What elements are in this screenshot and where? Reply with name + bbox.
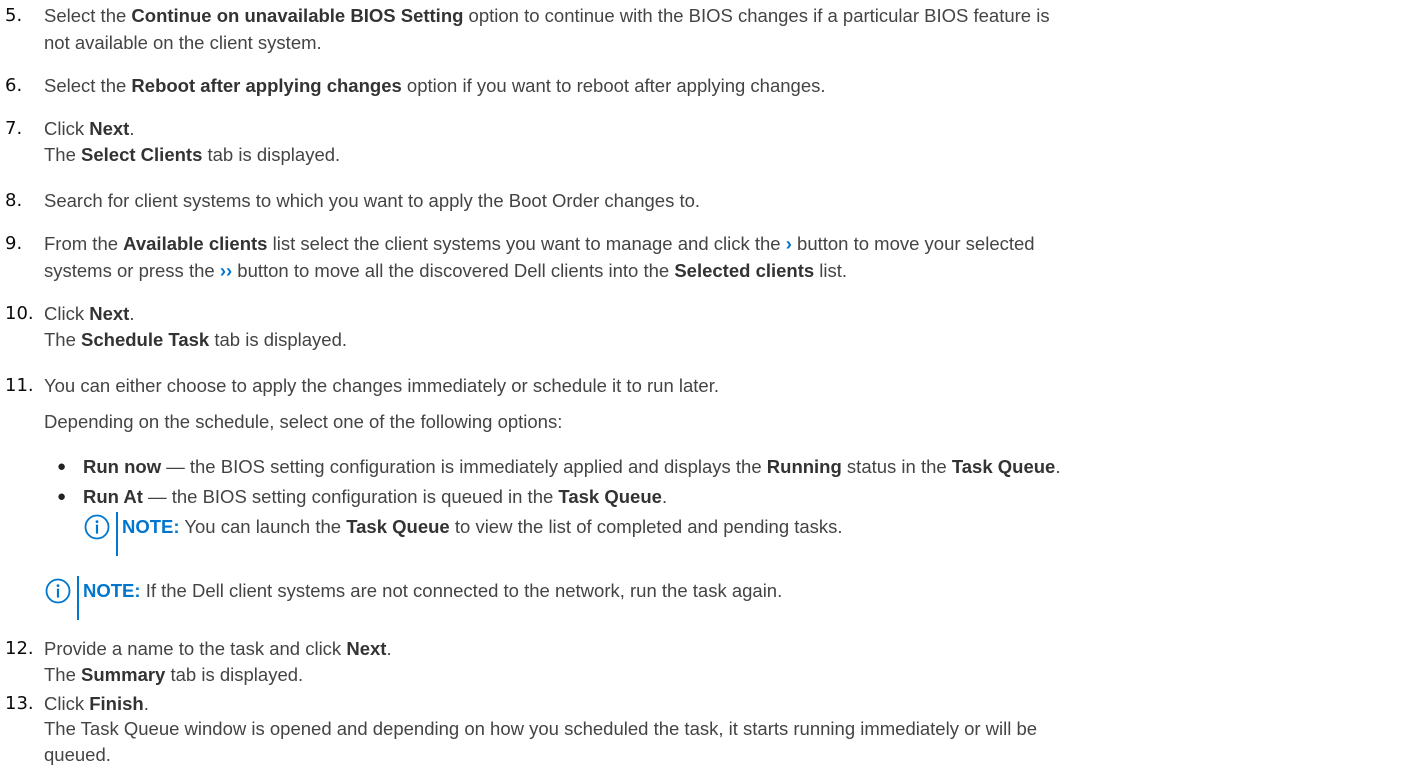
step-text: Click Finish. xyxy=(44,693,149,714)
option-run-now: Run now — the BIOS setting configuration… xyxy=(83,456,1061,477)
step-number: 9. xyxy=(5,233,23,254)
step-text: Select the Reboot after applying changes… xyxy=(44,75,826,96)
note-divider xyxy=(77,576,79,620)
step-text: You can either choose to apply the chang… xyxy=(44,375,719,396)
step-result: The Schedule Task tab is displayed. xyxy=(44,329,348,350)
step-text: From the Available clients list select t… xyxy=(44,233,1035,254)
note-divider xyxy=(116,512,118,556)
info-icon xyxy=(45,578,71,604)
note-text: NOTE: If the Dell client systems are not… xyxy=(83,580,783,601)
note-box: NOTE: If the Dell client systems are not… xyxy=(45,576,1045,620)
step-number: 6. xyxy=(5,75,23,96)
step-result: The Select Clients tab is displayed. xyxy=(44,144,341,165)
step-number: 8. xyxy=(5,190,23,211)
bullet-marker: ● xyxy=(57,488,67,505)
step-text: Click Next. xyxy=(44,303,135,324)
step-text: systems or press the ›› button to move a… xyxy=(44,260,848,281)
step-text: Provide a name to the task and click Nex… xyxy=(44,638,392,659)
step-number: 5. xyxy=(5,5,23,26)
step-number: 7. xyxy=(5,118,23,139)
step-result: The Summary tab is displayed. xyxy=(44,664,304,685)
step-text: Search for client systems to which you w… xyxy=(44,190,701,211)
step-result: The Task Queue window is opened and depe… xyxy=(44,718,1038,739)
step-number: 11. xyxy=(5,375,34,396)
step-number: 10. xyxy=(5,303,34,324)
option-run-at: Run At — the BIOS setting configuration … xyxy=(83,486,668,507)
step-text: not available on the client system. xyxy=(44,32,322,53)
double-chevron-right-icon: ›› xyxy=(219,260,233,281)
step-text: Depending on the schedule, select one of… xyxy=(44,411,563,432)
step-number: 13. xyxy=(5,693,34,714)
note-box: NOTE: You can launch the Task Queue to v… xyxy=(84,512,1084,556)
step-number: 12. xyxy=(5,638,34,659)
document-page: 5. Select the Continue on unavailable BI… xyxy=(0,0,1407,771)
step-result: queued. xyxy=(44,744,111,765)
info-icon xyxy=(84,514,110,540)
bullet-marker: ● xyxy=(57,458,67,475)
step-text: Select the Continue on unavailable BIOS … xyxy=(44,5,1050,26)
note-text: NOTE: You can launch the Task Queue to v… xyxy=(122,516,843,537)
step-text: Click Next. xyxy=(44,118,135,139)
